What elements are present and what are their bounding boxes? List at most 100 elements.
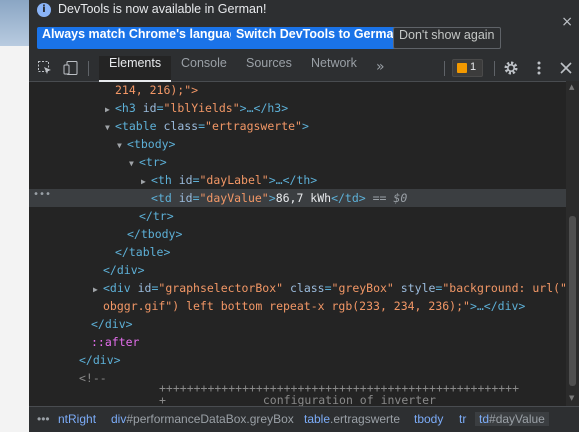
breadcrumb-selector: #dayValue: [489, 412, 545, 426]
tag-bracket: >: [268, 191, 276, 205]
toolbar-separator: [444, 61, 445, 76]
attr-value: "ertragswerte": [205, 119, 302, 133]
tag-name: </table>: [115, 245, 171, 259]
tree-row[interactable]: ▶ <h3 id="lblYields">…</h3>: [29, 99, 566, 117]
selected-node-marker: $0: [393, 191, 408, 205]
attr-name: style: [400, 281, 436, 295]
inspect-element-icon[interactable]: [37, 60, 53, 76]
attr-name: id: [142, 101, 157, 115]
kebab-menu-icon[interactable]: [531, 60, 547, 76]
pseudo-element: ::after: [91, 335, 140, 349]
tag-close: </td>: [331, 191, 366, 205]
tag-name: </div>: [103, 263, 145, 277]
more-tabs-icon[interactable]: »: [376, 59, 385, 75]
tag-name: <tbody>: [127, 137, 176, 151]
breadcrumb-item[interactable]: ntRight: [58, 412, 96, 426]
issues-counter[interactable]: 1: [452, 59, 483, 77]
attr-value: "graphselectorBox": [158, 281, 284, 295]
device-toolbar-icon[interactable]: [63, 60, 79, 76]
attr-value: "greyBox": [331, 281, 394, 295]
match-language-button[interactable]: Always match Chrome's language: [37, 27, 250, 49]
breadcrumb-item[interactable]: table.ertragswerte: [304, 412, 400, 426]
attr-name: id: [137, 281, 152, 295]
tag-name: <th: [151, 173, 179, 187]
tree-row[interactable]: </div>: [29, 351, 566, 369]
node-text: 86,7 kWh: [275, 191, 332, 205]
tree-row[interactable]: ▼ <table class="ertragswerte">: [29, 117, 566, 135]
scrollbar-thumb[interactable]: [569, 216, 576, 386]
breadcrumb-overflow[interactable]: •••: [37, 412, 50, 426]
vertical-scrollbar[interactable]: ▲ ▼: [566, 81, 579, 406]
language-infobar: i DevTools is now available in German! ×…: [29, 0, 579, 57]
tree-row[interactable]: ::after: [29, 333, 566, 351]
page-background: [0, 0, 29, 432]
gear-icon[interactable]: [503, 60, 519, 76]
elements-tree: 214, 216);"> ▶ <h3 id="lblYields">…</h3> …: [29, 81, 566, 406]
issues-count: 1: [470, 61, 477, 73]
scroll-down-icon[interactable]: ▼: [569, 394, 574, 402]
tree-row: + configuration of inverter: [29, 391, 566, 406]
tree-row[interactable]: </table>: [29, 243, 566, 261]
issue-flag-icon: [457, 63, 467, 73]
tab-elements[interactable]: Elements: [99, 56, 172, 82]
tree-row[interactable]: </tr>: [29, 207, 566, 225]
tab-network[interactable]: Network: [301, 56, 367, 81]
infobar-message: DevTools is now available in German!: [58, 2, 267, 16]
toolbar-separator: [494, 61, 495, 76]
breadcrumb: ••• ntRight div#performanceDataBox.greyB…: [29, 406, 579, 432]
tag-name: <tr>: [139, 155, 167, 169]
dont-show-again-button[interactable]: Don't show again: [393, 27, 501, 49]
tag-close: >…</th>: [268, 173, 318, 187]
attr-name: class: [289, 281, 325, 295]
attr-value: "dayLabel": [199, 173, 269, 187]
attr-name: id: [178, 191, 193, 205]
row-menu-icon[interactable]: •••: [33, 189, 51, 200]
toolbar-separator: [88, 61, 89, 76]
tab-console[interactable]: Console: [171, 56, 237, 81]
breadcrumb-item[interactable]: tbody: [414, 412, 443, 426]
breadcrumb-selector: .ertragswerte: [330, 412, 401, 426]
tree-row[interactable]: </div>: [29, 315, 566, 333]
tag-close: >…</h3>: [239, 101, 289, 115]
page-header-strip: [0, 0, 29, 46]
breadcrumb-selector: #performanceDataBox.greyBox: [126, 412, 294, 426]
tag-name: </div>: [79, 353, 121, 367]
tree-row[interactable]: ▼ <tbody>: [29, 135, 566, 153]
tag-name: <div: [103, 281, 138, 295]
close-icon[interactable]: ×: [561, 14, 573, 30]
breadcrumb-item[interactable]: tr: [459, 412, 466, 426]
tag-name: <h3: [115, 101, 143, 115]
attr-value: "dayValue": [199, 191, 269, 205]
tree-row[interactable]: </div>: [29, 261, 566, 279]
devtools-panel: i DevTools is now available in German! ×…: [29, 0, 579, 432]
tag-name: <table: [115, 119, 164, 133]
breadcrumb-item-active[interactable]: td#dayValue: [475, 412, 549, 426]
breadcrumb-item[interactable]: div#performanceDataBox.greyBox: [111, 412, 294, 426]
tag-close: >…</div>: [469, 299, 526, 313]
info-icon: i: [37, 3, 51, 17]
breadcrumb-tag: div: [111, 412, 127, 426]
attr-value-fragment: 214, 216);">: [115, 83, 199, 97]
scroll-up-icon[interactable]: ▲: [569, 83, 574, 91]
comment-text: +: [159, 393, 166, 406]
tree-row[interactable]: ▶ <th id="dayLabel">…</th>: [29, 171, 566, 189]
tree-row-selected[interactable]: ••• <td id="dayValue">86,7 kWh</td> == $0: [29, 189, 566, 207]
tab-sources[interactable]: Sources: [236, 56, 302, 81]
attr-value-fragment: obggr.gif") left bottom repeat-x rgb(233…: [103, 299, 470, 313]
tree-row[interactable]: </tbody>: [29, 225, 566, 243]
attr-name: id: [178, 173, 193, 187]
attr-value: "lblYields": [163, 101, 240, 115]
breadcrumb-tag: table: [304, 412, 331, 426]
tree-row[interactable]: ▶ <div id="graphselectorBox" class="greyB…: [29, 279, 566, 297]
tree-row[interactable]: ▼ <tr>: [29, 153, 566, 171]
equals-marker: ==: [365, 191, 394, 205]
comment-text: configuration of inverter: [262, 393, 436, 406]
tree-row[interactable]: obggr.gif") left bottom repeat-x rgb(233…: [29, 297, 566, 315]
tag-name: </tr>: [139, 209, 174, 223]
tag-name: </tbody>: [127, 227, 183, 241]
switch-german-button[interactable]: Switch DevTools to German: [231, 27, 407, 49]
devtools-toolbar: Elements Console Sources Network » 1: [29, 56, 579, 82]
tag-close: >: [301, 119, 309, 133]
close-devtools-icon[interactable]: [558, 60, 574, 76]
tree-row[interactable]: 214, 216);">: [29, 81, 566, 99]
